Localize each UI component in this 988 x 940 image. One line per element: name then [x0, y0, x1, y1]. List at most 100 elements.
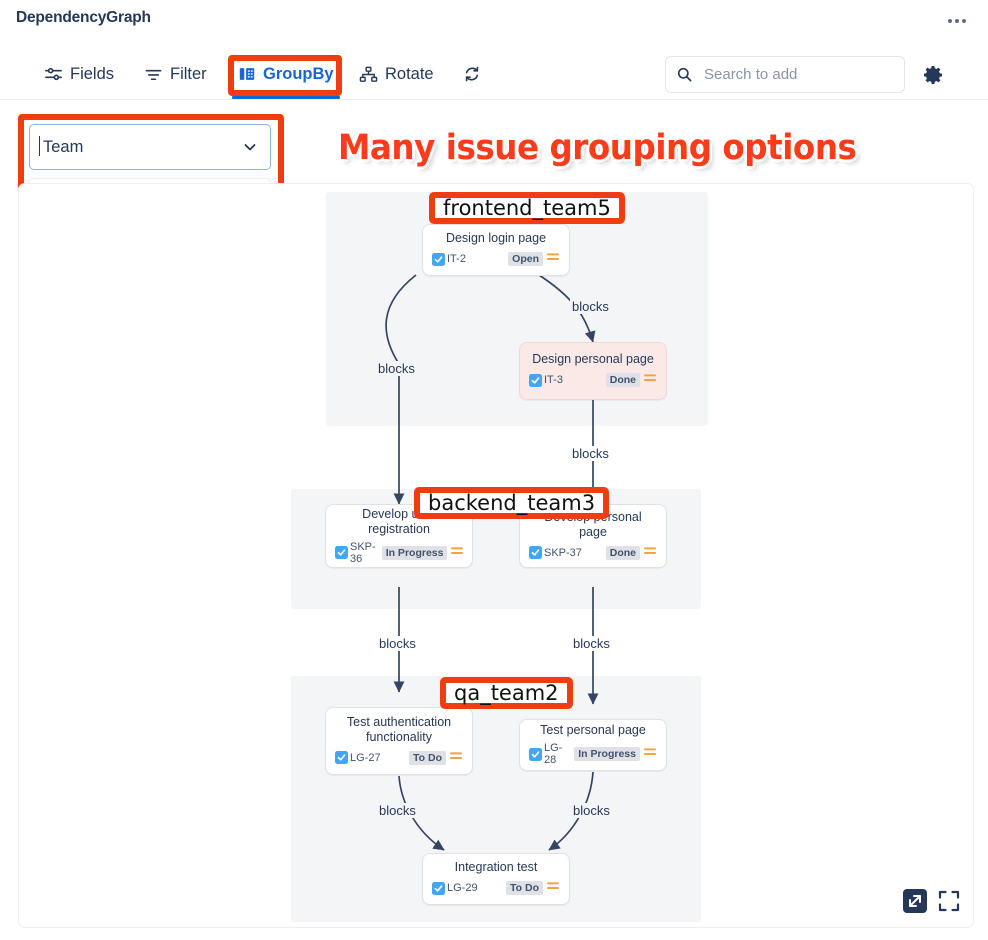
- node-status-wrap: In Progress: [382, 544, 465, 562]
- node-status-wrap: Done: [606, 371, 657, 389]
- priority-medium-icon: [643, 371, 657, 389]
- tab-fields-label: Fields: [70, 66, 114, 83]
- node-title: Test personal page: [529, 723, 657, 738]
- edge-label-blocks: blocks: [376, 361, 417, 376]
- graph-node-it-3[interactable]: Design personal page IT-3 Done: [519, 342, 667, 400]
- graph-node-it-2[interactable]: Design login page IT-2 Open: [422, 224, 570, 276]
- tab-groupby[interactable]: GroupBy: [234, 54, 338, 94]
- tab-rotate-label: Rotate: [385, 66, 434, 83]
- groupby-select[interactable]: Team: [29, 124, 271, 170]
- kebab-menu-icon[interactable]: [940, 10, 974, 32]
- tab-filter[interactable]: Filter: [140, 54, 211, 94]
- node-meta: IT-3 Done: [529, 371, 657, 389]
- search-input-wrap[interactable]: [665, 56, 905, 93]
- fullscreen-icon[interactable]: [937, 889, 961, 913]
- issue-key: IT-3: [544, 374, 563, 386]
- gear-icon[interactable]: [918, 60, 948, 90]
- edge-label-blocks: blocks: [570, 446, 611, 461]
- node-title: Integration test: [432, 860, 560, 875]
- node-meta: LG-27 To Do: [335, 749, 463, 767]
- priority-medium-icon: [449, 749, 463, 767]
- status-badge: To Do: [506, 881, 543, 895]
- node-title: Design personal page: [529, 352, 657, 367]
- node-status-wrap: To Do: [506, 879, 560, 897]
- groupby-selected-value: Team: [43, 138, 83, 157]
- node-key-wrap: SKP-37: [529, 546, 582, 559]
- issue-key: LG-27: [350, 752, 381, 764]
- checkbox-icon: [529, 546, 542, 559]
- priority-medium-icon: [450, 544, 464, 562]
- edge-label-blocks: blocks: [377, 636, 418, 651]
- kebab-dot: [955, 19, 959, 23]
- node-title: Design login page: [432, 231, 560, 246]
- checkbox-icon: [529, 374, 542, 387]
- annotation-label-frontend-team5: frontend_team5: [429, 192, 625, 224]
- status-badge: In Progress: [574, 747, 640, 761]
- status-badge: Done: [606, 546, 640, 560]
- tab-fields[interactable]: Fields: [40, 54, 118, 94]
- annotation-callout: Many issue grouping options: [338, 128, 856, 168]
- node-meta: LG-28 In Progress: [529, 742, 657, 766]
- checkbox-icon: [432, 253, 445, 266]
- edge-label-blocks: blocks: [570, 299, 611, 314]
- priority-medium-icon: [546, 879, 560, 897]
- status-badge: Open: [508, 252, 543, 266]
- canvas-controls: [903, 889, 961, 913]
- kebab-dot: [948, 19, 952, 23]
- node-status-wrap: To Do: [409, 749, 463, 767]
- graph-node-lg-29[interactable]: Integration test LG-29 To Do: [422, 853, 570, 905]
- checkbox-icon: [335, 751, 348, 764]
- issue-key: SKP-37: [544, 547, 582, 559]
- edge-label-blocks: blocks: [571, 636, 612, 651]
- groupby-icon: [238, 65, 256, 83]
- edge-label-blocks: blocks: [377, 803, 418, 818]
- node-status-wrap: Open: [508, 250, 560, 268]
- kebab-dot: [962, 19, 966, 23]
- rotate-icon: [359, 65, 378, 84]
- graph-node-lg-27[interactable]: Test authentication functionality LG-27 …: [325, 707, 473, 775]
- refresh-icon[interactable]: [458, 54, 486, 94]
- node-key-wrap: LG-27: [335, 751, 381, 764]
- fields-icon: [44, 65, 63, 84]
- checkbox-icon: [335, 546, 348, 559]
- issue-key: LG-28: [544, 742, 568, 766]
- checkbox-icon: [529, 748, 542, 761]
- node-title: Test authentication functionality: [335, 715, 463, 745]
- priority-medium-icon: [643, 745, 657, 763]
- status-badge: To Do: [409, 751, 446, 765]
- node-status-wrap: Done: [606, 544, 657, 562]
- chevron-down-icon[interactable]: [242, 139, 258, 155]
- node-meta: IT-2 Open: [432, 250, 560, 268]
- status-badge: Done: [606, 373, 640, 387]
- node-meta: LG-29 To Do: [432, 879, 560, 897]
- tab-rotate[interactable]: Rotate: [355, 54, 438, 94]
- node-key-wrap: LG-29: [432, 882, 478, 895]
- tab-filter-label: Filter: [170, 66, 207, 83]
- issue-key: LG-29: [447, 882, 478, 894]
- expand-diagonal-icon[interactable]: [903, 889, 927, 913]
- node-status-wrap: In Progress: [574, 745, 657, 763]
- search-input[interactable]: [702, 65, 894, 84]
- node-key-wrap: IT-2: [432, 253, 466, 266]
- filter-icon: [144, 65, 163, 84]
- annotation-label-qa-team2: qa_team2: [440, 677, 573, 709]
- graph-canvas[interactable]: blocks blocks blocks blocks blocks block…: [18, 183, 974, 928]
- annotation-label-backend-team3: backend_team3: [414, 487, 609, 519]
- tab-groupby-label: GroupBy: [263, 66, 334, 83]
- node-meta: SKP-36 In Progress: [335, 541, 463, 565]
- status-badge: In Progress: [382, 546, 448, 560]
- priority-medium-icon: [546, 250, 560, 268]
- search-icon: [676, 66, 693, 83]
- graph-node-lg-28[interactable]: Test personal page LG-28 In Progress: [519, 719, 667, 771]
- node-key-wrap: LG-28: [529, 742, 568, 766]
- page-title: DependencyGraph: [16, 9, 151, 27]
- issue-key: IT-2: [447, 253, 466, 265]
- priority-medium-icon: [643, 544, 657, 562]
- checkbox-icon: [432, 882, 445, 895]
- node-key-wrap: SKP-36: [335, 541, 376, 565]
- edge-label-blocks: blocks: [571, 803, 612, 818]
- issue-key: SKP-36: [350, 541, 376, 565]
- node-meta: SKP-37 Done: [529, 544, 657, 562]
- toolbar-divider: [0, 99, 988, 100]
- node-key-wrap: IT-3: [529, 374, 563, 387]
